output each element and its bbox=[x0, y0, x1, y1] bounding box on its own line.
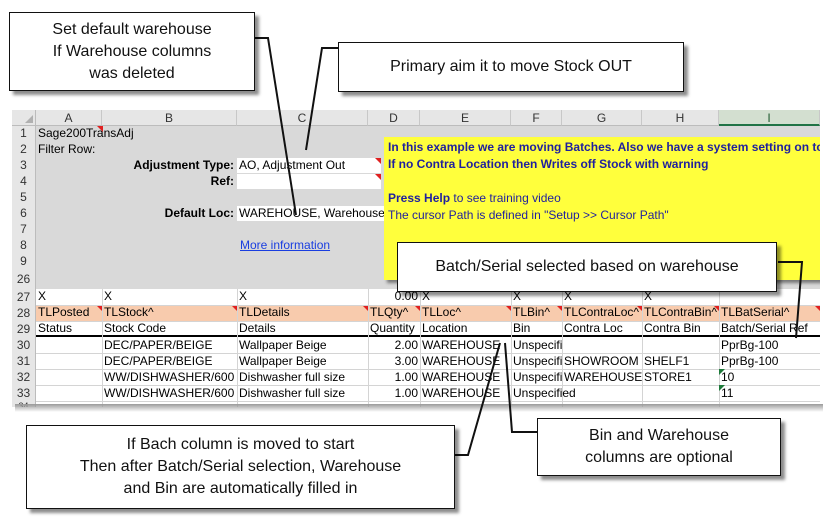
callout-default-warehouse: Set default warehouse If Warehouse colum… bbox=[9, 12, 255, 91]
callout-line: If Warehouse columns bbox=[52, 42, 212, 60]
connector-bach-column bbox=[455, 342, 501, 456]
connector-default-loc bbox=[255, 37, 297, 216]
callout-line: was deleted bbox=[89, 64, 175, 82]
connector-bin-warehouse bbox=[504, 342, 537, 433]
callout-line: Primary aim it to move Stock OUT bbox=[390, 58, 632, 75]
connector-adjustment-type bbox=[305, 47, 338, 151]
callout-bin-warehouse: Bin and Warehouse columns are optional bbox=[537, 418, 781, 476]
callout-line: and Bin are automatically filled in bbox=[123, 480, 358, 497]
connector-batch bbox=[778, 261, 804, 339]
callout-line: Set default warehouse bbox=[52, 20, 212, 38]
callout-line: Bin and Warehouse bbox=[589, 427, 729, 444]
callout-line: If Bach column is moved to start bbox=[126, 436, 355, 453]
callout-primary-aim: Primary aim it to move Stock OUT bbox=[338, 42, 684, 92]
callout-batch-serial: Batch/Serial selected based on warehouse bbox=[397, 242, 777, 292]
callout-line: columns are optional bbox=[585, 449, 733, 466]
callout-line: Then after Batch/Serial selection, Wareh… bbox=[79, 458, 402, 475]
callout-bach-column: If Bach column is moved to start Then af… bbox=[26, 425, 455, 509]
callout-line: Batch/Serial selected based on warehouse bbox=[435, 258, 739, 275]
